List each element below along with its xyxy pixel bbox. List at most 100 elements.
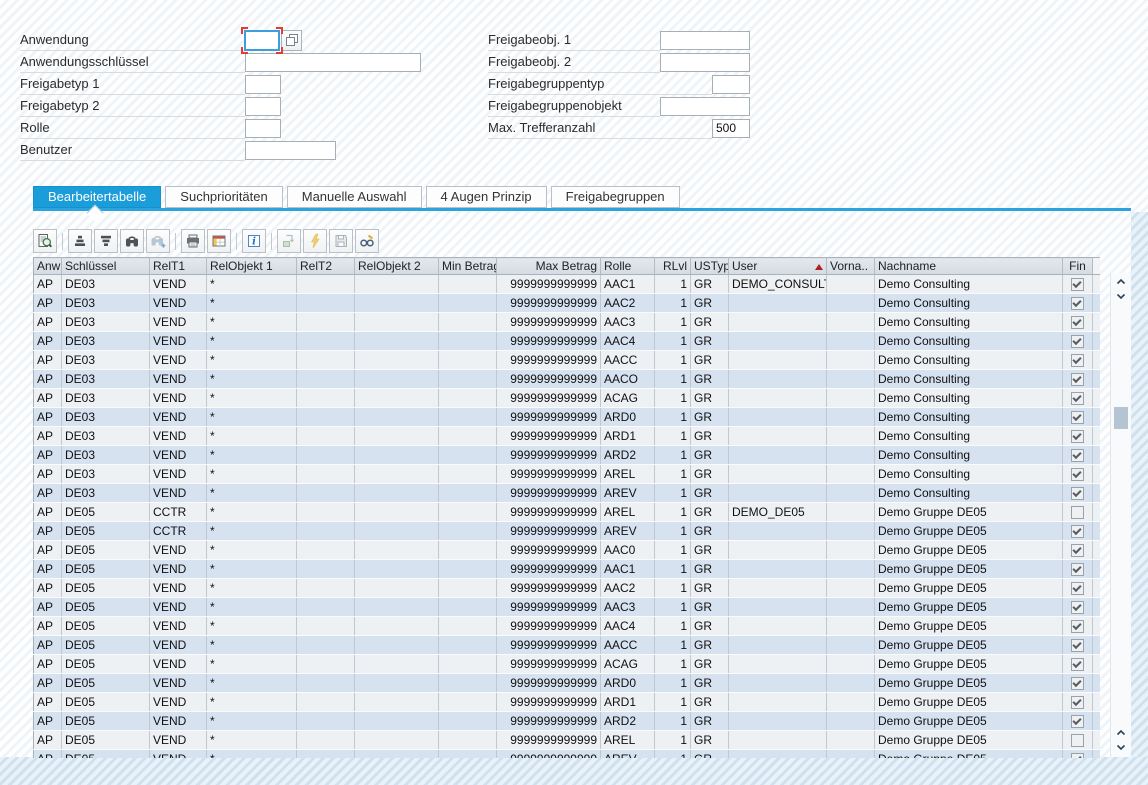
- cell-rlvl[interactable]: 1: [655, 655, 691, 674]
- cell-relobjekt-2[interactable]: [355, 731, 439, 750]
- find-button[interactable]: [120, 229, 144, 253]
- column-header-schlüssel[interactable]: Schlüssel: [62, 258, 150, 275]
- cell-vorna[interactable]: [827, 332, 875, 351]
- cell-relobjekt-2[interactable]: [355, 389, 439, 408]
- cell-min-betrag[interactable]: [439, 332, 497, 351]
- cell-relt2[interactable]: [297, 408, 355, 427]
- find-next-button[interactable]: [146, 229, 170, 253]
- cell-relobjekt-1[interactable]: *: [207, 503, 297, 522]
- cell-min-betrag[interactable]: [439, 636, 497, 655]
- cell-anw[interactable]: AP: [34, 408, 62, 427]
- freigabegruppenobjekt-input[interactable]: [660, 97, 750, 116]
- fin-cell[interactable]: [1063, 522, 1093, 541]
- cell-schlüssel[interactable]: DE05: [62, 674, 150, 693]
- cell-relt1[interactable]: VEND: [150, 408, 207, 427]
- fin-cell[interactable]: [1063, 560, 1093, 579]
- cell-relobjekt-2[interactable]: [355, 522, 439, 541]
- cell-nachname[interactable]: Demo Gruppe DE05: [875, 712, 1063, 731]
- cell-max-betrag[interactable]: 9999999999999: [497, 693, 601, 712]
- scroll-up-button[interactable]: [1113, 275, 1129, 288]
- cell-rlvl[interactable]: 1: [655, 522, 691, 541]
- cell-min-betrag[interactable]: [439, 674, 497, 693]
- cell-user[interactable]: [729, 465, 827, 484]
- cell-relobjekt-2[interactable]: [355, 674, 439, 693]
- cell-relt1[interactable]: VEND: [150, 712, 207, 731]
- cell-min-betrag[interactable]: [439, 750, 497, 759]
- cell-relt1[interactable]: VEND: [150, 275, 207, 294]
- cell-anw[interactable]: AP: [34, 731, 62, 750]
- cell-nachname[interactable]: Demo Gruppe DE05: [875, 541, 1063, 560]
- cell-rolle[interactable]: ARD1: [601, 427, 655, 446]
- cell-rlvl[interactable]: 1: [655, 712, 691, 731]
- vertical-scrollbar[interactable]: [1110, 273, 1131, 757]
- max-trefferanzahl-input[interactable]: [712, 119, 750, 138]
- cell-user[interactable]: [729, 750, 827, 759]
- column-header-rolle[interactable]: Rolle: [601, 258, 655, 275]
- cell-user[interactable]: [729, 446, 827, 465]
- fin-cell[interactable]: [1063, 750, 1093, 759]
- tab-suchprioritaeten[interactable]: Suchprioritäten: [165, 186, 282, 208]
- column-header-anw[interactable]: Anw: [34, 258, 62, 275]
- freigabegruppentyp-input[interactable]: [712, 75, 750, 94]
- cell-ustyp[interactable]: GR: [691, 503, 729, 522]
- cell-relobjekt-1[interactable]: *: [207, 541, 297, 560]
- cell-relt2[interactable]: [297, 750, 355, 759]
- column-header-relobjekt-1[interactable]: RelObjekt 1: [207, 258, 297, 275]
- cell-user[interactable]: [729, 351, 827, 370]
- cell-schlüssel[interactable]: DE03: [62, 408, 150, 427]
- cell-schlüssel[interactable]: DE03: [62, 275, 150, 294]
- cell-relt2[interactable]: [297, 275, 355, 294]
- cell-rlvl[interactable]: 1: [655, 503, 691, 522]
- cell-vorna[interactable]: [827, 674, 875, 693]
- cell-ustyp[interactable]: GR: [691, 484, 729, 503]
- cell-vorna[interactable]: [827, 693, 875, 712]
- cell-anw[interactable]: AP: [34, 465, 62, 484]
- cell-vorna[interactable]: [827, 541, 875, 560]
- cell-rolle[interactable]: ARD2: [601, 712, 655, 731]
- freigabetyp2-input[interactable]: [245, 97, 281, 116]
- cell-user[interactable]: [729, 617, 827, 636]
- cell-ustyp[interactable]: GR: [691, 712, 729, 731]
- column-header-ustyp[interactable]: USTyp: [691, 258, 729, 275]
- cell-rolle[interactable]: AAC3: [601, 313, 655, 332]
- cell-ustyp[interactable]: GR: [691, 370, 729, 389]
- freigabeobj2-input[interactable]: [660, 53, 750, 72]
- cell-rlvl[interactable]: 1: [655, 313, 691, 332]
- cell-min-betrag[interactable]: [439, 503, 497, 522]
- cell-schlüssel[interactable]: DE05: [62, 522, 150, 541]
- cell-nachname[interactable]: Demo Gruppe DE05: [875, 674, 1063, 693]
- cell-ustyp[interactable]: GR: [691, 674, 729, 693]
- cell-relobjekt-1[interactable]: *: [207, 408, 297, 427]
- cell-rlvl[interactable]: 1: [655, 693, 691, 712]
- cell-user[interactable]: [729, 389, 827, 408]
- cell-relobjekt-1[interactable]: *: [207, 731, 297, 750]
- cell-relt1[interactable]: VEND: [150, 446, 207, 465]
- cell-min-betrag[interactable]: [439, 541, 497, 560]
- cell-vorna[interactable]: [827, 712, 875, 731]
- cell-schlüssel[interactable]: DE05: [62, 598, 150, 617]
- cell-nachname[interactable]: Demo Gruppe DE05: [875, 750, 1063, 759]
- cell-schlüssel[interactable]: DE05: [62, 541, 150, 560]
- cell-schlüssel[interactable]: DE03: [62, 370, 150, 389]
- cell-min-betrag[interactable]: [439, 731, 497, 750]
- cell-schlüssel[interactable]: DE05: [62, 503, 150, 522]
- cell-relt1[interactable]: VEND: [150, 351, 207, 370]
- cell-schlüssel[interactable]: DE05: [62, 731, 150, 750]
- save-button[interactable]: [329, 229, 353, 253]
- fin-cell[interactable]: [1063, 541, 1093, 560]
- cell-anw[interactable]: AP: [34, 294, 62, 313]
- cell-relobjekt-2[interactable]: [355, 712, 439, 731]
- cell-rolle[interactable]: ARD0: [601, 674, 655, 693]
- cell-nachname[interactable]: Demo Consulting: [875, 351, 1063, 370]
- cell-nachname[interactable]: Demo Consulting: [875, 408, 1063, 427]
- cell-user[interactable]: [729, 560, 827, 579]
- cell-relobjekt-2[interactable]: [355, 560, 439, 579]
- cell-min-betrag[interactable]: [439, 598, 497, 617]
- cell-ustyp[interactable]: GR: [691, 522, 729, 541]
- cell-relt1[interactable]: VEND: [150, 579, 207, 598]
- fin-cell[interactable]: [1063, 389, 1093, 408]
- cell-rlvl[interactable]: 1: [655, 617, 691, 636]
- cell-vorna[interactable]: [827, 636, 875, 655]
- scroll-down-button-top[interactable]: [1113, 290, 1129, 303]
- cell-max-betrag[interactable]: 9999999999999: [497, 313, 601, 332]
